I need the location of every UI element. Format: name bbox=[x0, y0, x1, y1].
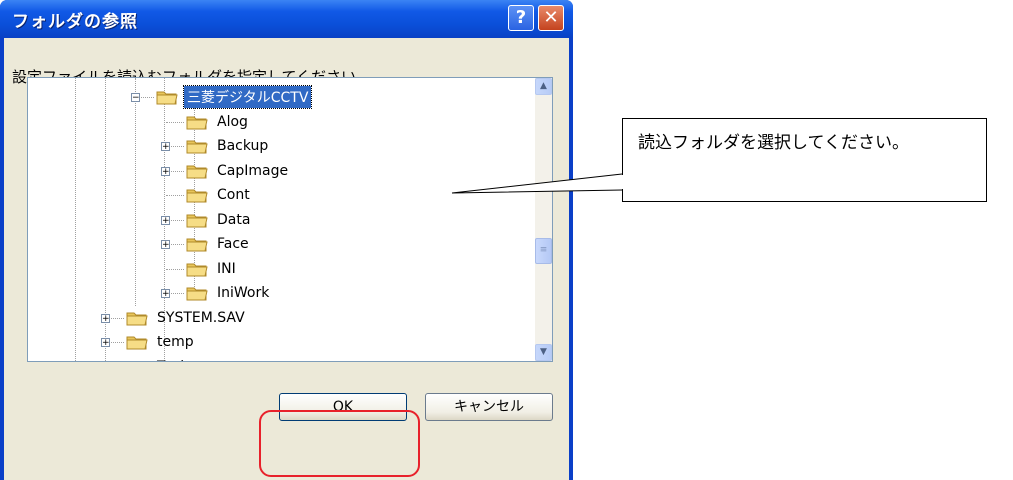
callout-text: 読込フォルダを選択してください。 bbox=[638, 133, 909, 153]
callout-pointer-mask bbox=[621, 175, 623, 189]
